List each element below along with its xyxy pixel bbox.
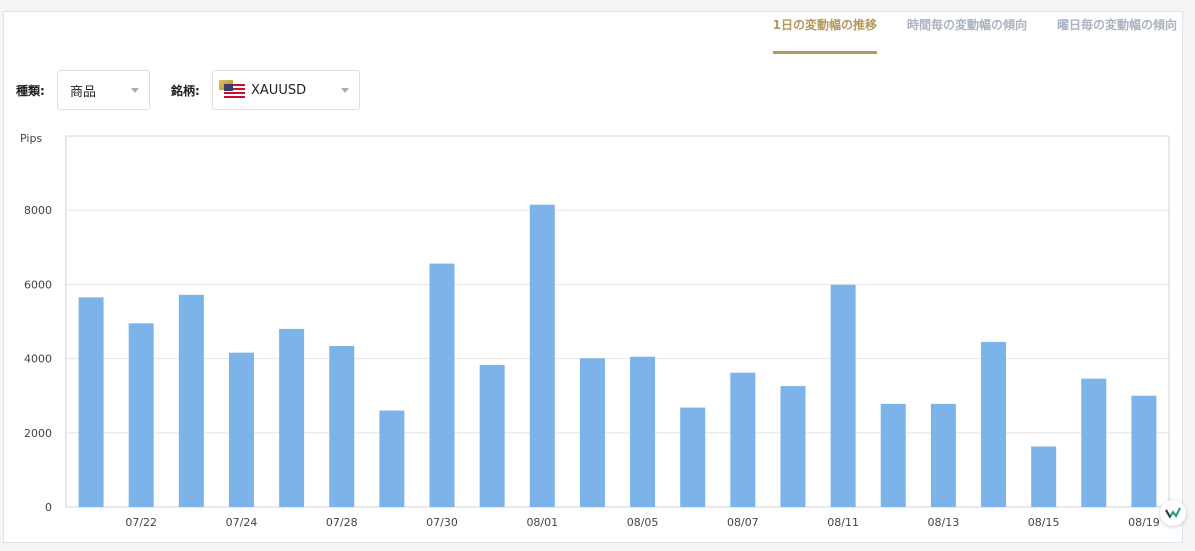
bar-08/06[interactable]: [680, 407, 706, 507]
y-tick-label: 6000: [24, 278, 52, 291]
bar-07/21[interactable]: [78, 297, 104, 507]
bar-chart: Pips 0 2000 4000 6000 8000 07/22 07/24 07/28 07/…: [20, 132, 1170, 529]
bar-08/11[interactable]: [830, 284, 856, 507]
x-tick-label: 07/30: [426, 516, 458, 529]
bar-07/25[interactable]: [279, 328, 305, 507]
bar-08/14[interactable]: [981, 341, 1007, 507]
bar-07/30[interactable]: [429, 263, 455, 507]
bar-08/08[interactable]: [780, 386, 806, 507]
x-tick-label: 08/19: [1128, 516, 1160, 529]
bar-07/22[interactable]: [128, 323, 154, 507]
y-axis-title: Pips: [20, 132, 42, 145]
x-tick-label: 08/11: [827, 516, 859, 529]
bar-08/01[interactable]: [529, 204, 555, 507]
bar-07/28[interactable]: [329, 345, 355, 507]
y-tick-label: 8000: [24, 204, 52, 217]
bar-07/23[interactable]: [178, 294, 204, 507]
bar-08/15[interactable]: [1031, 446, 1057, 507]
y-tick-label: 2000: [24, 427, 52, 440]
x-tick-label: 08/13: [928, 516, 960, 529]
bar-08/04[interactable]: [579, 358, 605, 507]
bar-07/29[interactable]: [379, 410, 405, 507]
x-tick-label: 07/24: [226, 516, 258, 529]
y-tick-label: 4000: [24, 353, 52, 366]
x-tick-label: 07/22: [125, 516, 157, 529]
x-tick-label: 08/15: [1028, 516, 1060, 529]
site-logo-icon[interactable]: [1160, 500, 1186, 526]
bar-07/24[interactable]: [228, 352, 254, 507]
bar-08/13[interactable]: [930, 403, 956, 507]
x-tick-label: 08/07: [727, 516, 759, 529]
bar-08/12[interactable]: [880, 403, 906, 507]
bar-08/19[interactable]: [1131, 395, 1157, 507]
bar-08/07[interactable]: [730, 372, 756, 507]
bar-08/18[interactable]: [1081, 378, 1107, 507]
bar-07/31[interactable]: [479, 364, 505, 507]
x-tick-label: 08/05: [627, 516, 659, 529]
bar-08/05[interactable]: [630, 356, 656, 507]
x-tick-label: 07/28: [326, 516, 358, 529]
x-tick-label: 08/01: [526, 516, 558, 529]
y-tick-label: 0: [45, 501, 52, 514]
